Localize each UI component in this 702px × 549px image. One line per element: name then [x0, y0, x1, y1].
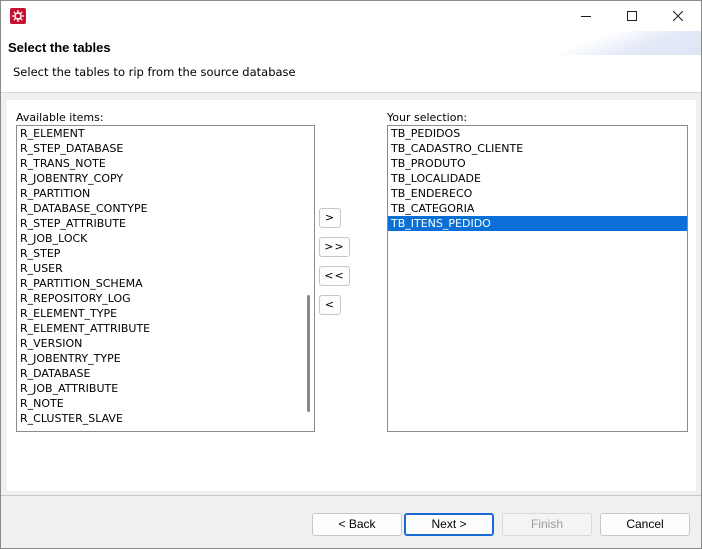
available-items-container: R_ELEMENT R_STEP_DATABASE R_TRANS_NOTE R_JO… [17, 126, 314, 426]
close-btn[interactable] [655, 1, 701, 31]
remove-all-button[interactable]: << [319, 266, 350, 286]
list-item[interactable]: TB_ITENS_PEDIDO [388, 216, 687, 231]
maximize-btn[interactable] [609, 1, 655, 31]
app-icon [10, 8, 26, 24]
minimize-icon [581, 16, 591, 17]
your-selection-list[interactable]: TB_PEDIDOS TB_CADASTRO_CLIENTE TB_PRODUTO T… [387, 125, 688, 432]
list-item[interactable]: TB_LOCALIDADE [388, 171, 687, 186]
list-item[interactable]: R_JOB_LOCK [17, 231, 314, 246]
list-item[interactable]: R_JOB_ATTRIBUTE [17, 381, 314, 396]
page-title: Select the tables [8, 40, 111, 55]
list-item[interactable]: R_USER [17, 261, 314, 276]
list-item[interactable]: TB_CADASTRO_CLIENTE [388, 141, 687, 156]
add-button[interactable]: > [319, 208, 341, 228]
list-item[interactable]: R_NOTE [17, 396, 314, 411]
page-description: Select the tables to rip from the source… [13, 65, 296, 79]
list-item[interactable]: R_TRANS_NOTE [17, 156, 314, 171]
list-item[interactable]: TB_PEDIDOS [388, 126, 687, 141]
back-button[interactable]: < Back [312, 513, 402, 536]
list-item[interactable]: R_ELEMENT_ATTRIBUTE [17, 321, 314, 336]
list-item[interactable]: R_JOBENTRY_TYPE [17, 351, 314, 366]
your-selection-label: Your selection: [387, 111, 468, 124]
list-item[interactable]: R_STEP [17, 246, 314, 261]
list-item[interactable]: R_PARTITION [17, 186, 314, 201]
list-item[interactable]: R_DATABASE [17, 366, 314, 381]
list-item[interactable]: R_ELEMENT [17, 126, 314, 141]
maximize-icon [627, 11, 637, 21]
list-item[interactable]: R_STEP_DATABASE [17, 141, 314, 156]
wizard-header: Select the tables Select the tables to r… [1, 31, 701, 93]
available-items-label: Available items: [16, 111, 104, 124]
list-item[interactable]: R_PARTITION_SCHEMA [17, 276, 314, 291]
available-scrollbar[interactable] [302, 126, 314, 431]
content-panel: Available items: R_ELEMENT R_STEP_DATABAS… [7, 100, 696, 491]
list-item[interactable]: R_STEP_ATTRIBUTE [17, 216, 314, 231]
next-button[interactable]: Next > [404, 513, 494, 536]
selection-items-container: TB_PEDIDOS TB_CADASTRO_CLIENTE TB_PRODUTO T… [388, 126, 687, 231]
cancel-button[interactable]: Cancel [600, 513, 690, 536]
list-item[interactable]: TB_ENDERECO [388, 186, 687, 201]
list-item[interactable]: TB_PRODUTO [388, 156, 687, 171]
list-item[interactable]: R_DATABASE_CONTYPE [17, 201, 314, 216]
list-item[interactable]: R_VERSION [17, 336, 314, 351]
list-item[interactable]: R_REPOSITORY_LOG [17, 291, 314, 306]
wizard-window: Select the tables Select the tables to r… [0, 0, 702, 549]
minimize-btn[interactable] [563, 1, 609, 31]
remove-button[interactable]: < [319, 295, 341, 315]
finish-button: Finish [502, 513, 592, 536]
add-all-button[interactable]: >> [319, 237, 350, 257]
available-items-list[interactable]: R_ELEMENT R_STEP_DATABASE R_TRANS_NOTE R_JO… [16, 125, 315, 432]
list-item[interactable]: R_CLUSTER_SLAVE [17, 411, 314, 426]
scrollbar-thumb[interactable] [307, 295, 310, 412]
wizard-footer: < Back Next > Finish Cancel [1, 495, 701, 548]
list-item[interactable]: R_ELEMENT_TYPE [17, 306, 314, 321]
list-item[interactable]: TB_CATEGORIA [388, 201, 687, 216]
header-decoration [551, 31, 701, 55]
close-icon [673, 11, 683, 21]
list-item[interactable]: R_JOBENTRY_COPY [17, 171, 314, 186]
